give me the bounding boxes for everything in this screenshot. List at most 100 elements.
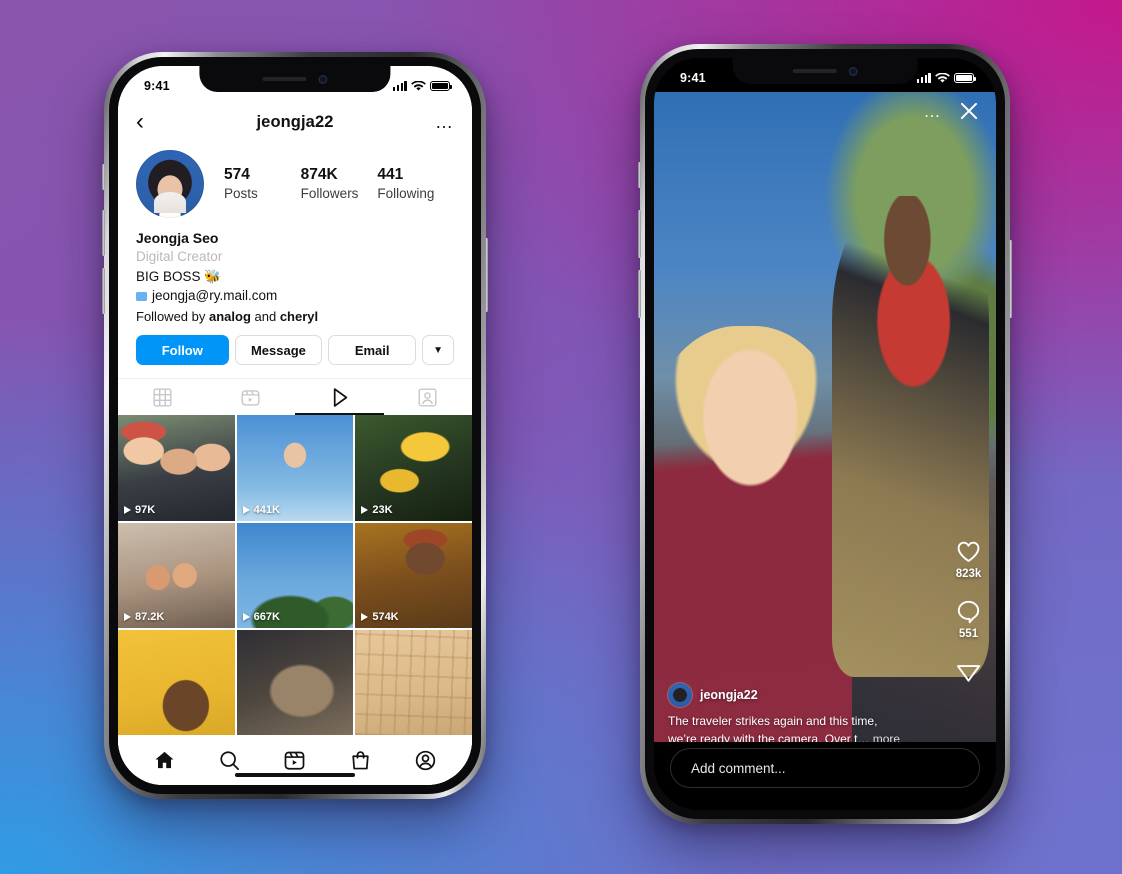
grid-cell[interactable]: 441K	[236, 415, 354, 521]
bio-text: BIG BOSS 🐝	[136, 269, 222, 285]
comment-bar: Add comment...	[654, 742, 996, 810]
tab-grid[interactable]	[118, 379, 207, 415]
grid-view-count: 574K	[372, 610, 399, 623]
wifi-icon	[935, 72, 950, 83]
profile-bio: Jeongja Seo Digital Creator BIG BOSS 🐝 j…	[118, 218, 472, 326]
nav-shop[interactable]	[349, 749, 372, 772]
stat-following-label: Following	[377, 185, 435, 201]
profile-summary: 574 Posts 874K Followers 441 Following	[118, 144, 472, 218]
reels-icon	[285, 751, 305, 770]
reel-video[interactable]	[654, 92, 996, 742]
grid-cell[interactable]: 667K	[236, 522, 354, 628]
chevron-down-icon[interactable]: ▼	[422, 335, 455, 366]
stat-followers-label: Followers	[300, 185, 359, 201]
more-dots-icon[interactable]: …	[432, 113, 454, 131]
grid-cell[interactable]	[236, 629, 354, 735]
follow-button[interactable]: Follow	[136, 335, 229, 366]
bio-email-text: jeongja@ry.mail.com	[152, 288, 278, 304]
bio-category: Digital Creator	[136, 249, 223, 265]
volume-down-button[interactable]	[102, 268, 105, 314]
share-action[interactable]	[955, 658, 982, 688]
followed-by-row[interactable]: Followed by analog and cheryl	[136, 307, 454, 327]
nav-profile[interactable]	[414, 749, 437, 772]
bio-display-name: Jeongja Seo	[136, 230, 219, 246]
left-status-icons	[392, 80, 453, 92]
right-phone-screen: 9:41 … 823k 551 jeongja22 The traveler s…	[654, 58, 996, 810]
nav-home[interactable]	[153, 749, 176, 772]
right-phone-device: 9:41 … 823k 551 jeongja22 The traveler s…	[638, 44, 1012, 824]
right-status-time: 9:41	[680, 71, 706, 85]
front-camera-icon	[318, 74, 328, 84]
email-button[interactable]: Email	[328, 335, 417, 366]
left-phone-screen: 9:41 ‹ jeongja22 … 574 Posts 874K Follow…	[118, 66, 472, 785]
mute-switch[interactable]	[102, 164, 105, 190]
like-action[interactable]: 823k	[955, 538, 982, 580]
reel-caption-line-1: The traveler strikes again and this time…	[668, 714, 878, 729]
back-chevron-icon[interactable]: ‹	[136, 110, 158, 134]
comment-bubble-icon	[957, 600, 980, 624]
avatar[interactable]	[136, 150, 204, 218]
earpiece-speaker	[792, 69, 837, 73]
play-triangle-icon	[361, 505, 369, 514]
grid-views: 87.2K	[124, 611, 164, 623]
followed-by-prefix: Followed by	[136, 308, 209, 324]
play-triangle-icon	[124, 612, 131, 621]
play-triangle-icon	[242, 612, 250, 621]
tab-tagged[interactable]	[384, 379, 473, 415]
avatar	[668, 683, 692, 708]
message-button[interactable]: Message	[234, 335, 323, 366]
profile-tabs	[118, 378, 473, 416]
grid-cell[interactable]: 574K	[355, 522, 472, 628]
profile-icon	[415, 750, 436, 770]
like-count: 823k	[955, 568, 982, 580]
tagged-person-icon	[418, 388, 437, 407]
close-x-icon[interactable]	[958, 100, 980, 122]
tab-igtv[interactable]	[295, 379, 384, 415]
more-dots-icon[interactable]: …	[924, 103, 943, 120]
grid-view-count: 97K	[135, 503, 156, 516]
grid-icon	[153, 388, 172, 407]
bio-email-row[interactable]: jeongja@ry.mail.com	[136, 286, 454, 306]
grid-cell[interactable]: 97K	[118, 415, 235, 521]
post-grid: 97K 441K 23K 87.2K 667K 574K	[118, 415, 472, 735]
stat-posts-label: Posts	[224, 185, 258, 201]
followed-by-user-1[interactable]: analog	[209, 309, 251, 324]
power-button[interactable]	[1009, 240, 1012, 318]
volume-down-button[interactable]	[638, 270, 641, 318]
reel-screen: … 823k 551 jeongja22 The traveler strike…	[654, 58, 996, 810]
earpiece-speaker	[262, 77, 307, 81]
heart-icon	[957, 541, 980, 562]
grid-cell[interactable]	[118, 629, 235, 735]
comment-action[interactable]: 551	[955, 598, 982, 640]
stat-following[interactable]: 441 Following	[377, 165, 454, 203]
stat-followers[interactable]: 874K Followers	[301, 165, 378, 203]
grid-view-count: 441K	[253, 503, 280, 516]
stat-posts[interactable]: 574 Posts	[224, 165, 301, 203]
left-status-time: 9:41	[144, 79, 170, 93]
volume-up-button[interactable]	[102, 210, 105, 256]
reel-top-controls: …	[924, 100, 981, 122]
grid-cell[interactable]	[355, 629, 472, 735]
play-triangle-icon	[361, 612, 369, 621]
nav-reels[interactable]	[283, 749, 306, 772]
comment-count: 551	[958, 628, 979, 640]
profile-stats: 574 Posts 874K Followers 441 Following	[224, 165, 454, 203]
power-button[interactable]	[485, 238, 488, 312]
front-camera-icon	[848, 66, 858, 76]
reel-author[interactable]: jeongja22	[668, 683, 918, 708]
play-triangle-icon	[124, 505, 131, 514]
add-comment-input[interactable]: Add comment...	[670, 748, 980, 788]
mute-switch[interactable]	[638, 162, 641, 188]
grid-views: 441K	[242, 503, 280, 516]
nav-search[interactable]	[218, 749, 241, 772]
volume-up-button[interactable]	[638, 210, 641, 258]
tab-reels[interactable]	[207, 379, 296, 415]
profile-header: ‹ jeongja22 …	[118, 100, 472, 144]
followed-by-conjunction: and	[250, 308, 280, 324]
grid-views: 97K	[124, 504, 155, 516]
grid-cell[interactable]: 87.2K	[118, 522, 235, 628]
grid-views: 574K	[361, 610, 399, 623]
igtv-play-icon	[333, 388, 348, 407]
followed-by-user-2[interactable]: cheryl	[280, 309, 318, 324]
grid-cell[interactable]: 23K	[355, 415, 472, 521]
